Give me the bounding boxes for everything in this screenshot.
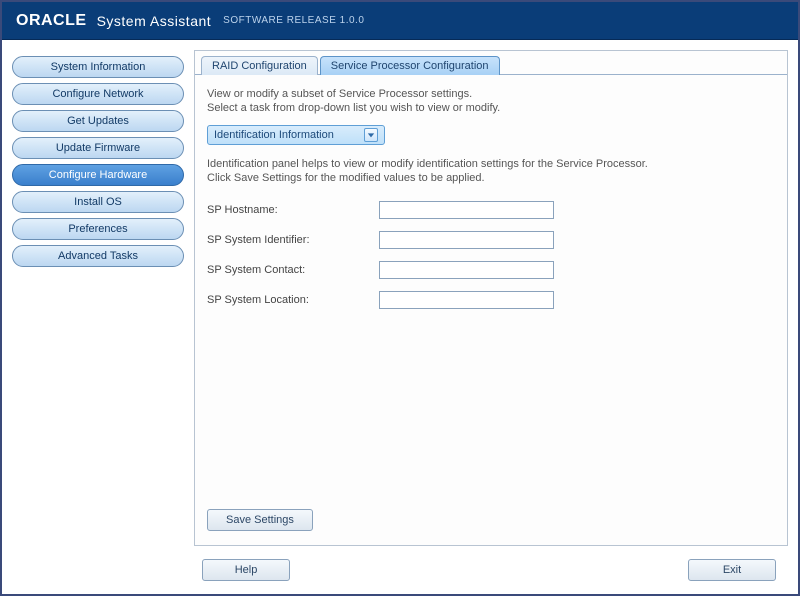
chevron-down-icon: [364, 128, 378, 142]
sidebar-item-system-information[interactable]: System Information: [12, 56, 184, 78]
header-bar: ORACLE System Assistant SOFTWARE RELEASE…: [2, 2, 798, 40]
description-text: View or modify a subset of Service Proce…: [207, 87, 775, 115]
release-label: SOFTWARE RELEASE 1.0.0: [223, 15, 364, 26]
tab-service-processor-configuration[interactable]: Service Processor Configuration: [320, 56, 500, 75]
task-dropdown-selected: Identification Information: [214, 129, 334, 141]
sidebar-item-advanced-tasks[interactable]: Advanced Tasks: [12, 245, 184, 267]
tab-bar: RAID Configuration Service Processor Con…: [195, 51, 787, 74]
sidebar-item-update-firmware[interactable]: Update Firmware: [12, 137, 184, 159]
sidebar-item-preferences[interactable]: Preferences: [12, 218, 184, 240]
field-label-sp-system-identifier: SP System Identifier:: [207, 234, 379, 246]
form-row: SP System Location:: [207, 291, 775, 309]
form-row: SP System Identifier:: [207, 231, 775, 249]
app-title: System Assistant: [97, 13, 212, 29]
panel-help-text: Identification panel helps to view or mo…: [207, 157, 775, 185]
footer-bar: Help Exit: [2, 546, 798, 594]
sp-system-identifier-input[interactable]: [379, 231, 554, 249]
app-frame: ORACLE System Assistant SOFTWARE RELEASE…: [0, 0, 800, 596]
sidebar-item-install-os[interactable]: Install OS: [12, 191, 184, 213]
main-panel: RAID Configuration Service Processor Con…: [194, 50, 788, 546]
sp-system-location-input[interactable]: [379, 291, 554, 309]
brand-logo: ORACLE: [16, 12, 87, 30]
description-line-2: Select a task from drop-down list you wi…: [207, 102, 500, 114]
form-row: SP Hostname:: [207, 201, 775, 219]
save-settings-button[interactable]: Save Settings: [207, 509, 313, 531]
field-label-sp-hostname: SP Hostname:: [207, 204, 379, 216]
sp-hostname-input[interactable]: [379, 201, 554, 219]
sidebar-item-get-updates[interactable]: Get Updates: [12, 110, 184, 132]
form-row: SP System Contact:: [207, 261, 775, 279]
task-dropdown[interactable]: Identification Information: [207, 125, 385, 145]
panel-help-line-2: Click Save Settings for the modified val…: [207, 172, 485, 184]
body: System Information Configure Network Get…: [2, 40, 798, 546]
field-label-sp-system-location: SP System Location:: [207, 294, 379, 306]
sidebar-item-configure-network[interactable]: Configure Network: [12, 83, 184, 105]
field-label-sp-system-contact: SP System Contact:: [207, 264, 379, 276]
panel-help-line-1: Identification panel helps to view or mo…: [207, 158, 648, 170]
sidebar-item-configure-hardware[interactable]: Configure Hardware: [12, 164, 184, 186]
tab-raid-configuration[interactable]: RAID Configuration: [201, 56, 318, 75]
help-button[interactable]: Help: [202, 559, 290, 581]
sp-system-contact-input[interactable]: [379, 261, 554, 279]
description-line-1: View or modify a subset of Service Proce…: [207, 88, 472, 100]
sidebar: System Information Configure Network Get…: [12, 50, 184, 546]
tab-content: View or modify a subset of Service Proce…: [195, 75, 787, 545]
exit-button[interactable]: Exit: [688, 559, 776, 581]
